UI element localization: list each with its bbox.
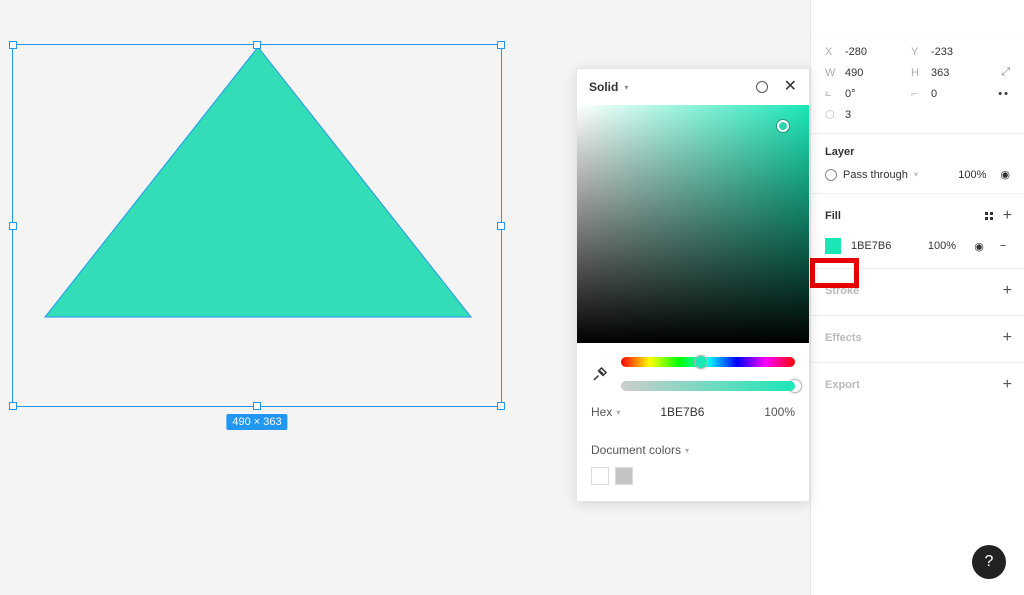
w-value[interactable]: 490 bbox=[845, 67, 905, 79]
resize-handle-tc[interactable] bbox=[253, 41, 261, 49]
resize-handle-br[interactable] bbox=[497, 402, 505, 410]
selected-triangle-shape[interactable] bbox=[13, 45, 503, 408]
color-format-label: Hex bbox=[591, 405, 612, 419]
blend-icon[interactable] bbox=[825, 169, 837, 181]
y-value[interactable]: -233 bbox=[931, 46, 991, 58]
add-effect-button[interactable]: + bbox=[1003, 330, 1012, 346]
effects-section: Effects + bbox=[811, 316, 1024, 363]
fill-row[interactable]: 1BE7B6 100% ◉ − bbox=[811, 232, 1024, 260]
visibility-eye-icon[interactable]: ◉ bbox=[1000, 168, 1010, 181]
chevron-down-icon: ▾ bbox=[685, 446, 689, 455]
export-section-title: Export bbox=[825, 379, 860, 391]
resize-handle-bc[interactable] bbox=[253, 402, 261, 410]
color-mode-dropdown[interactable]: Solid bbox=[589, 80, 618, 94]
chevron-down-icon: ▾ bbox=[914, 170, 918, 179]
y-label: Y bbox=[911, 46, 925, 58]
resize-handle-mr[interactable] bbox=[497, 222, 505, 230]
align-left-icon[interactable] bbox=[821, 10, 837, 26]
saturation-value-field[interactable] bbox=[577, 105, 809, 343]
fill-hex-value[interactable]: 1BE7B6 bbox=[851, 240, 891, 252]
color-picker-popover: Solid ▾ ✕ Hex ▾ 1BE7B6 100% Document col… bbox=[576, 68, 810, 502]
blend-mode-icon[interactable] bbox=[756, 81, 768, 93]
x-value[interactable]: -280 bbox=[845, 46, 905, 58]
resize-handle-bl[interactable] bbox=[9, 402, 17, 410]
add-export-button[interactable]: + bbox=[1003, 377, 1012, 393]
corner-radius-value[interactable]: 0 bbox=[931, 88, 991, 100]
color-format-dropdown[interactable]: Hex ▾ bbox=[591, 405, 620, 419]
doc-color-chip[interactable] bbox=[615, 467, 633, 485]
transform-section: X -280 Y -233 W 490 H 363 ⤢ ⟀ 0° ⌐ 0 •• … bbox=[811, 36, 1024, 134]
align-center-v-icon[interactable] bbox=[917, 10, 933, 26]
polygon-sides-icon: ⬡ bbox=[825, 108, 839, 121]
fill-visibility-icon[interactable]: ◉ bbox=[972, 240, 986, 253]
blend-mode-dropdown[interactable]: Pass through bbox=[843, 169, 908, 181]
layer-opacity[interactable]: 100% bbox=[958, 169, 986, 181]
doc-color-chip[interactable] bbox=[591, 467, 609, 485]
document-colors-label: Document colors bbox=[591, 443, 681, 457]
rotation-value[interactable]: 0° bbox=[845, 88, 905, 100]
constrain-proportions-icon[interactable]: ⤢ bbox=[1001, 66, 1010, 79]
effects-section-title: Effects bbox=[825, 332, 862, 344]
resize-handle-ml[interactable] bbox=[9, 222, 17, 230]
resize-handle-tl[interactable] bbox=[9, 41, 17, 49]
fill-opacity-value[interactable]: 100% bbox=[928, 240, 956, 252]
close-icon[interactable]: ✕ bbox=[784, 79, 797, 95]
layer-section-title: Layer bbox=[825, 146, 854, 158]
chevron-down-icon: ▾ bbox=[624, 83, 628, 92]
opacity-input[interactable]: 100% bbox=[764, 405, 795, 419]
layer-section: Layer Pass through ▾ 100% ◉ bbox=[811, 134, 1024, 194]
w-label: W bbox=[825, 67, 839, 79]
rotate-icon: ⟀ bbox=[825, 87, 839, 100]
align-center-h-icon[interactable] bbox=[845, 10, 861, 26]
more-options-icon[interactable]: •• bbox=[998, 88, 1010, 100]
remove-fill-button[interactable]: − bbox=[996, 240, 1010, 252]
h-value[interactable]: 363 bbox=[931, 67, 991, 79]
hex-input[interactable]: 1BE7B6 bbox=[660, 405, 704, 419]
properties-panel: X -280 Y -233 W 490 H 363 ⤢ ⟀ 0° ⌐ 0 •• … bbox=[810, 0, 1024, 595]
align-bottom-icon[interactable] bbox=[941, 10, 957, 26]
resize-handle-tr[interactable] bbox=[497, 41, 505, 49]
hue-slider[interactable] bbox=[621, 357, 795, 367]
dimensions-badge: 490 × 363 bbox=[226, 414, 287, 430]
h-label: H bbox=[911, 67, 925, 79]
style-four-dots-icon[interactable] bbox=[985, 212, 993, 220]
add-fill-button[interactable]: + bbox=[1003, 208, 1012, 224]
hue-thumb[interactable] bbox=[694, 355, 708, 369]
fill-color-swatch[interactable] bbox=[825, 238, 841, 254]
document-colors-dropdown[interactable]: Document colors ▾ bbox=[591, 443, 795, 457]
polygon-sides-value[interactable]: 3 bbox=[845, 109, 905, 121]
add-stroke-button[interactable]: + bbox=[1003, 283, 1012, 299]
callout-highlight bbox=[810, 258, 859, 288]
eyedropper-icon[interactable] bbox=[591, 365, 609, 383]
selection-bounds[interactable] bbox=[12, 44, 502, 407]
alpha-thumb[interactable] bbox=[788, 379, 802, 393]
alpha-slider[interactable] bbox=[621, 381, 795, 391]
export-section: Export + bbox=[811, 363, 1024, 409]
chevron-down-icon: ▾ bbox=[616, 408, 620, 417]
align-tools-row[interactable] bbox=[811, 0, 1024, 36]
help-button[interactable]: ? bbox=[972, 545, 1006, 579]
align-top-icon[interactable] bbox=[893, 10, 909, 26]
sv-thumb[interactable] bbox=[777, 120, 789, 132]
x-label: X bbox=[825, 46, 839, 58]
corner-radius-icon: ⌐ bbox=[911, 88, 925, 100]
fill-section-title: Fill bbox=[825, 210, 841, 222]
align-right-icon[interactable] bbox=[869, 10, 885, 26]
